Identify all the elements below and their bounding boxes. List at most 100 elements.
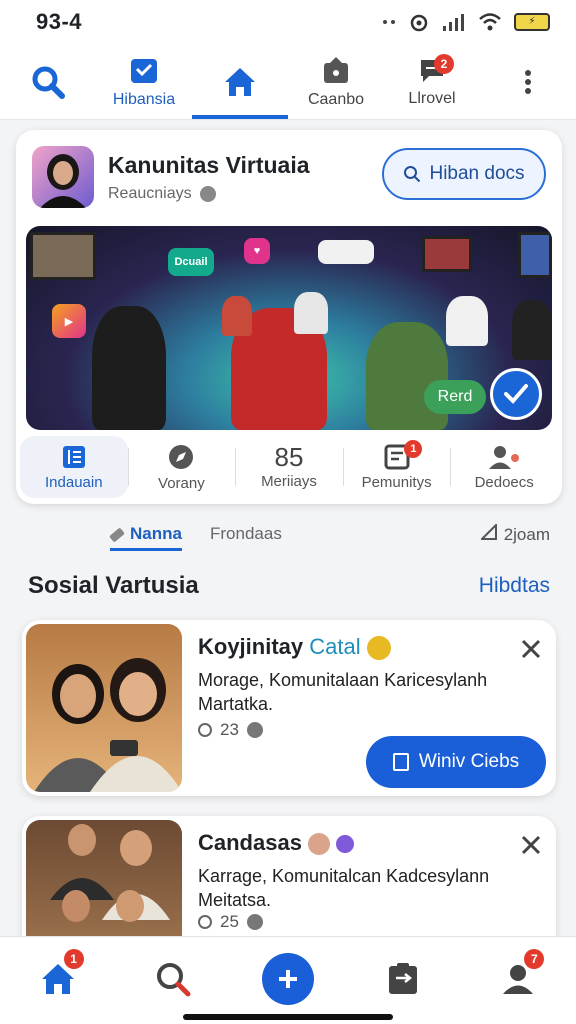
tag-icon xyxy=(246,722,263,738)
community-title: Kanunitas Virtuaia xyxy=(108,152,310,178)
clipboard-icon xyxy=(389,963,418,994)
alarm-icon xyxy=(410,14,428,32)
search-icon xyxy=(32,66,65,99)
stat-badge: 1 xyxy=(404,440,423,458)
status-time: 93-4 xyxy=(36,9,83,34)
post-description: Karrage, Komunitalcan Kadcesylann Meitat… xyxy=(198,866,490,910)
post-card[interactable]: Candasas Karrage, Komunitalcan Kadcesyla… xyxy=(22,816,556,956)
tab-badge: 2 xyxy=(434,54,454,74)
section-see-all-link[interactable]: Hibdtas xyxy=(479,574,550,598)
hero-person xyxy=(512,300,552,360)
hero-sticker-heart: ♥ xyxy=(244,238,270,264)
post-meta: 25 xyxy=(198,912,263,932)
post-title: Candasas xyxy=(198,830,355,856)
battery-icon: ⚡ xyxy=(514,13,550,31)
hero-person xyxy=(446,296,488,346)
top-tab-bar: Hibansia Caanbo Llrovel 2 xyxy=(0,44,576,120)
verified-check-button[interactable] xyxy=(490,368,542,420)
post-tag: Catal xyxy=(309,634,361,659)
hero-person xyxy=(294,292,328,334)
stat-dedoecs[interactable]: Dedoecs xyxy=(450,436,558,498)
community-action-button[interactable]: Hiban docs xyxy=(382,148,546,200)
close-icon[interactable] xyxy=(520,638,542,660)
create-button[interactable] xyxy=(261,953,314,1005)
filter-time[interactable]: 2joam xyxy=(479,522,550,545)
info-icon xyxy=(200,185,217,202)
nav-profile[interactable]: 7 xyxy=(486,947,550,1011)
join-button[interactable]: Winiv Ciebs xyxy=(366,736,546,788)
home-icon xyxy=(225,67,255,96)
filter-tab[interactable]: Frondaas xyxy=(210,524,282,544)
hero-person xyxy=(92,306,166,430)
hero-person xyxy=(366,322,448,430)
status-bar: 93-4 ⚡ xyxy=(0,0,576,44)
post-image xyxy=(26,624,182,792)
document-list-icon xyxy=(62,445,85,468)
post-meta: 23 xyxy=(198,720,263,740)
nav-search[interactable] xyxy=(141,947,205,1011)
triangle-ruler-icon xyxy=(479,522,497,540)
tab-label: Hibansia xyxy=(112,90,176,108)
compass-icon xyxy=(169,444,194,469)
nav-create[interactable] xyxy=(256,947,320,1011)
hero-sticker-chat xyxy=(318,240,374,264)
tab-llrovel[interactable]: Llrovel 2 xyxy=(384,44,480,119)
rate-button[interactable]: Rerd xyxy=(424,380,486,414)
nav-tasks[interactable] xyxy=(371,947,435,1011)
community-hero-image: Dcuail ♥ ▶ Rerd xyxy=(26,226,552,430)
nav-badge: 1 xyxy=(63,949,84,969)
post-card[interactable]: Koyjinitay Catal Morage, Komunitalaan Ka… xyxy=(22,620,556,796)
filter-row: Nanna Frondaas 2joam xyxy=(0,520,576,552)
filter-tab-active[interactable]: Nanna xyxy=(109,524,182,551)
community-subtitle: Reaucniays xyxy=(108,185,217,203)
tab-hibansia[interactable]: Hibansia xyxy=(96,44,192,119)
hero-wall-screen xyxy=(518,232,552,278)
section-title: Sosial Vartusia xyxy=(28,572,199,599)
tab-search[interactable] xyxy=(0,44,96,119)
clock-icon xyxy=(198,915,212,929)
user-icon xyxy=(489,445,520,469)
stat-number: 85 xyxy=(274,441,304,472)
stat-pemunitys[interactable]: Pemunitys 1 xyxy=(342,436,451,498)
avatar xyxy=(308,833,331,856)
calendar-check-icon xyxy=(131,58,157,83)
community-avatar xyxy=(32,146,94,208)
more-vertical-icon xyxy=(525,69,531,94)
close-icon[interactable] xyxy=(520,834,542,856)
search-icon xyxy=(156,963,191,997)
clock-icon xyxy=(198,723,212,737)
briefcase-icon xyxy=(324,56,348,83)
search-icon xyxy=(404,166,421,183)
signal-icon xyxy=(443,14,464,31)
tab-caanbo[interactable]: Caanbo xyxy=(288,44,384,119)
sticker-icon xyxy=(366,636,391,661)
community-card: Kanunitas Virtuaia Reaucniays Hiban docs… xyxy=(16,130,562,504)
status-icons: ⚡ xyxy=(382,11,550,33)
hero-sticker-app: ▶ xyxy=(52,304,86,338)
post-description: Morage, Komunitalaan Karicesylanh Martat… xyxy=(198,670,488,714)
wifi-icon xyxy=(479,13,501,31)
tab-label: Caanbo xyxy=(307,90,365,108)
nav-badge: 7 xyxy=(524,949,545,969)
stat-vorany[interactable]: Vorany xyxy=(127,436,236,498)
check-icon xyxy=(504,384,528,404)
tab-more[interactable] xyxy=(480,44,576,119)
hero-person xyxy=(222,296,252,336)
nav-home[interactable]: 1 xyxy=(26,947,90,1011)
square-icon xyxy=(392,753,409,771)
plus-icon xyxy=(278,970,297,988)
stat-indauain[interactable]: Indauain xyxy=(20,436,128,498)
bottom-navigation: 1 7 xyxy=(0,936,576,1024)
hero-sticker: Dcuail xyxy=(168,248,214,276)
stat-meriiays[interactable]: 85 Meriiays xyxy=(235,436,343,498)
tag-icon xyxy=(246,914,263,930)
home-indicator xyxy=(183,1014,393,1020)
pencil-icon xyxy=(109,526,125,543)
post-title: Koyjinitay Catal xyxy=(198,634,391,661)
dots-icon xyxy=(383,20,395,24)
hero-wall-screen xyxy=(30,232,96,280)
tab-label: Llrovel xyxy=(408,89,456,107)
tab-home[interactable] xyxy=(192,44,288,119)
sticker-icon xyxy=(336,835,355,854)
hero-wall-screen xyxy=(422,236,472,272)
